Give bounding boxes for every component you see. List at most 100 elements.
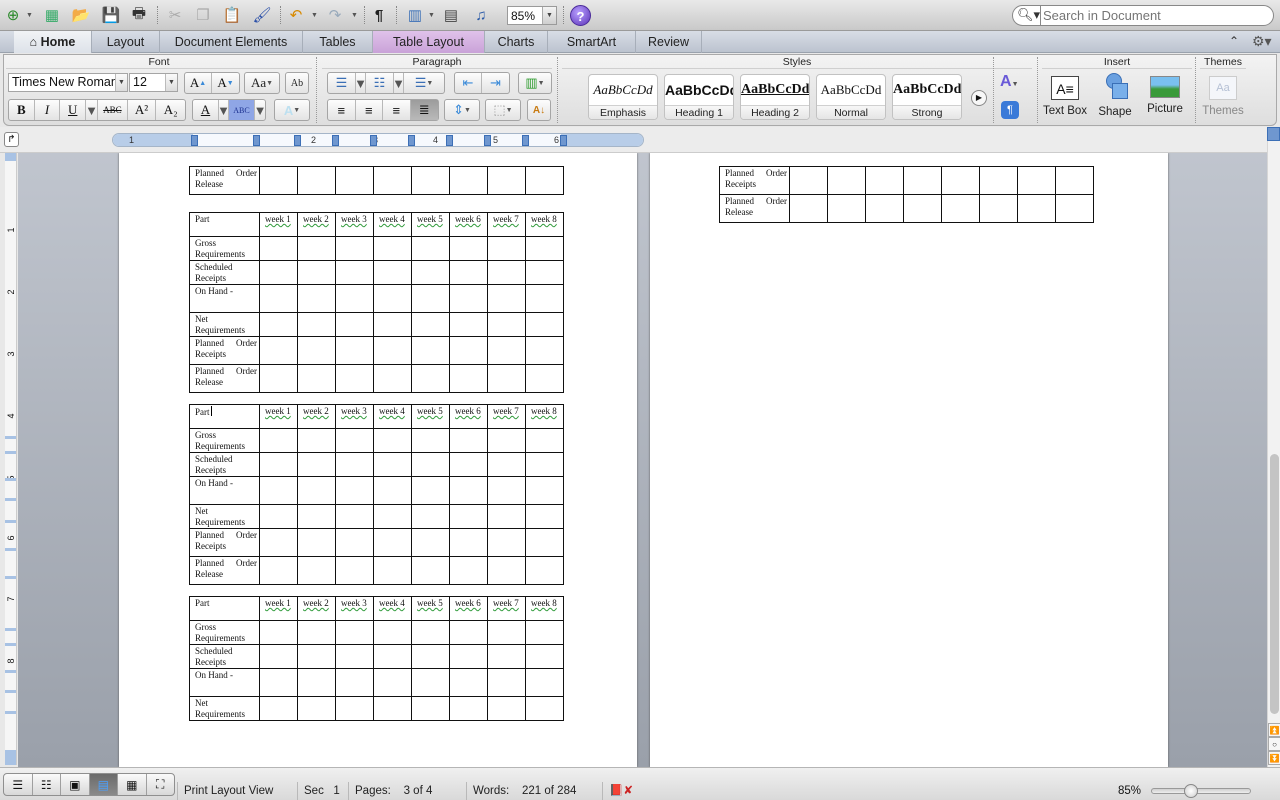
row-label-cell[interactable]: Gross Requirements [189,236,260,261]
data-cell[interactable] [335,504,374,529]
week-header-cell[interactable]: week 6 [449,596,488,621]
week-header-cell[interactable]: week 8 [525,212,564,237]
styles-pane-icon[interactable]: ¶ [1001,101,1019,119]
data-cell[interactable] [1055,194,1094,223]
data-cell[interactable] [979,166,1018,195]
data-cell[interactable] [335,260,374,285]
data-cell[interactable] [827,166,866,195]
data-cell[interactable] [411,336,450,365]
style-emphasis[interactable]: AaBbCcDd Emphasis [588,74,658,120]
data-cell[interactable] [411,236,450,261]
part-header-cell[interactable]: Part [189,212,260,237]
data-cell[interactable] [259,476,298,505]
column-marker[interactable] [332,135,339,146]
tab-home[interactable]: ⌂ Home [14,31,92,53]
data-cell[interactable] [297,528,336,557]
data-cell[interactable] [449,260,488,285]
tab-smartart[interactable]: SmartArt [548,31,636,53]
week-header-cell[interactable]: week 2 [297,212,336,237]
columns-button[interactable]: ▥ ▼ [518,72,552,94]
data-cell[interactable] [525,476,564,505]
numbering-dropdown-icon[interactable]: ▼ [392,73,405,93]
row-label-cell[interactable]: Net Requirements [189,312,260,337]
tab-tables[interactable]: Tables [303,31,373,53]
data-cell[interactable] [297,452,336,477]
data-cell[interactable] [449,364,488,393]
chevron-down-icon[interactable]: ▼ [542,7,556,24]
column-marker[interactable] [408,135,415,146]
data-cell[interactable] [259,364,298,393]
data-cell[interactable] [297,312,336,337]
tab-document-elements[interactable]: Document Elements [160,31,303,53]
data-cell[interactable] [297,476,336,505]
data-cell[interactable] [297,620,336,645]
notebook-view-icon[interactable]: ▦ [118,774,147,795]
week-header-cell[interactable]: week 7 [487,596,526,621]
mrp-table[interactable]: Planned Order Receipts Planned Order Rele… [719,166,1094,223]
data-cell[interactable] [449,644,488,669]
search-icon[interactable]: 🔍︎▾ [1017,7,1040,23]
style-strong[interactable]: AaBbCcDd Strong [892,74,962,120]
week-header-cell[interactable]: week 3 [335,212,374,237]
data-cell[interactable] [259,336,298,365]
data-cell[interactable] [259,668,298,697]
data-cell[interactable] [259,284,298,313]
data-cell[interactable] [487,528,526,557]
strikethrough-button[interactable]: ABC [98,100,128,120]
media-browser-icon[interactable]: ♫ [470,5,492,25]
row-label-cell[interactable]: Scheduled Receipts [189,452,260,477]
insert-picture-button[interactable]: Picture [1140,73,1190,123]
sidebar-icon[interactable]: ▥ [404,5,426,25]
draft-view-icon[interactable]: ☰ [4,774,33,795]
data-cell[interactable] [411,312,450,337]
italic-button[interactable]: I [35,100,61,120]
bullets-button[interactable]: ☰ [328,73,356,93]
increase-indent-button[interactable]: ⇥ [482,73,509,93]
data-cell[interactable] [1055,166,1094,195]
data-cell[interactable] [525,236,564,261]
data-cell[interactable] [525,166,564,195]
data-cell[interactable] [297,504,336,529]
data-cell[interactable] [335,364,374,393]
data-cell[interactable] [487,236,526,261]
row-label-cell[interactable]: Planned Order Release [189,166,260,195]
justify-button[interactable]: ≣ [410,100,438,120]
row-label-cell[interactable]: On Hand - [189,476,260,505]
gallery-icon[interactable]: ▦ [41,5,63,25]
tab-review[interactable]: Review [636,31,702,53]
data-cell[interactable] [335,620,374,645]
search-input[interactable] [1043,7,1268,24]
data-cell[interactable] [335,668,374,697]
week-header-cell[interactable]: week 8 [525,404,564,429]
data-cell[interactable] [525,668,564,697]
data-cell[interactable] [373,284,412,313]
week-header-cell[interactable]: week 5 [411,404,450,429]
bold-button[interactable]: B [9,100,35,120]
spelling-status-icon[interactable]: 📕✘ [602,782,642,800]
row-label-cell[interactable]: Planned Order Receipts [189,528,260,557]
data-cell[interactable] [487,336,526,365]
data-cell[interactable] [525,452,564,477]
data-cell[interactable] [487,284,526,313]
data-cell[interactable] [525,260,564,285]
data-cell[interactable] [487,364,526,393]
row-label-cell[interactable]: Planned Order Receipts [189,336,260,365]
data-cell[interactable] [865,194,904,223]
shrink-font-button[interactable]: A ▼ [212,73,239,93]
data-cell[interactable] [449,528,488,557]
data-cell[interactable] [373,428,412,453]
multilevel-list-button[interactable]: ☰ ▼ [404,73,444,93]
data-cell[interactable] [373,452,412,477]
clear-formatting-button[interactable]: Ab [285,72,309,94]
data-cell[interactable] [941,166,980,195]
data-cell[interactable] [449,312,488,337]
week-header-cell[interactable]: week 1 [259,212,298,237]
page-4[interactable]: Planned Order Receipts Planned Order Rele… [650,153,1168,767]
data-cell[interactable] [525,644,564,669]
pilcrow-icon[interactable]: ¶ [368,5,390,25]
row-label-cell[interactable]: Planned Order Receipts [719,166,790,195]
data-cell[interactable] [789,166,828,195]
gear-icon[interactable]: ⚙▾ [1252,33,1272,50]
week-header-cell[interactable]: week 7 [487,404,526,429]
highlight-button[interactable]: ABC [229,100,255,120]
